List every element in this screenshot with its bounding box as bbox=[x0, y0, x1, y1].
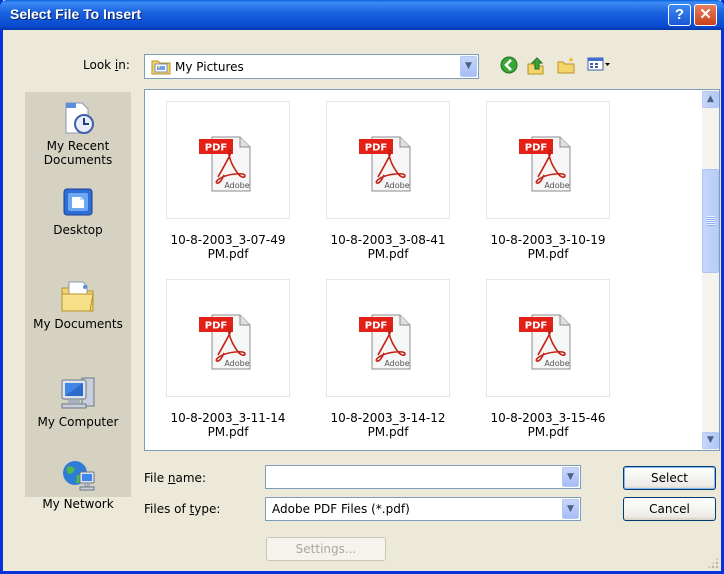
file-name-label[interactable]: 10-8-2003_3-14-12 PM.pdf bbox=[313, 411, 463, 439]
recent-documents-icon bbox=[65, 102, 94, 134]
select-file-dialog: Select File To Insert ? ✕ Look in: My Pi… bbox=[0, 0, 724, 574]
chevron-down-icon[interactable]: ▼ bbox=[460, 56, 477, 77]
file-name-label[interactable]: 10-8-2003_3-11-14 PM.pdf bbox=[153, 411, 303, 439]
file-type-label: Files of type: bbox=[144, 502, 221, 516]
scroll-up-button[interactable]: ▲ bbox=[702, 91, 719, 108]
file-name-label[interactable]: 10-8-2003_3-15-46 PM.pdf bbox=[473, 411, 623, 439]
file-name-combo[interactable]: ▼ bbox=[265, 465, 581, 489]
svg-text:Adobe: Adobe bbox=[544, 181, 569, 190]
svg-text:Adobe: Adobe bbox=[384, 359, 409, 368]
grip-icon bbox=[707, 216, 715, 226]
svg-text:PDF: PDF bbox=[525, 143, 547, 154]
title-bar[interactable]: Select File To Insert ? ✕ bbox=[0, 0, 724, 30]
place-my-documents[interactable]: My Documents bbox=[25, 278, 131, 331]
my-documents-icon bbox=[61, 281, 94, 312]
scroll-down-button[interactable]: ▼ bbox=[702, 432, 719, 449]
place-desktop[interactable]: Desktop bbox=[25, 186, 131, 237]
up-folder-icon[interactable] bbox=[526, 56, 546, 79]
look-in-label: Look in: bbox=[83, 58, 130, 72]
svg-text:Adobe: Adobe bbox=[224, 359, 249, 368]
my-network-icon bbox=[63, 461, 95, 491]
places-bar: My Recent Documents Desktop My Documents bbox=[25, 92, 131, 511]
scroll-thumb[interactable] bbox=[702, 169, 719, 273]
svg-text:PDF: PDF bbox=[205, 143, 227, 154]
pdf-file-icon: PDF Adobe bbox=[196, 133, 260, 196]
svg-text:Adobe: Adobe bbox=[384, 181, 409, 190]
svg-text:PDF: PDF bbox=[525, 321, 547, 332]
cancel-button[interactable]: Cancel bbox=[623, 497, 716, 521]
place-my-recent-documents[interactable]: My Recent Documents bbox=[25, 100, 131, 167]
file-name-label[interactable]: 10-8-2003_3-08-41 PM.pdf bbox=[313, 233, 463, 261]
file-type-value: Adobe PDF Files (*.pdf) bbox=[272, 502, 410, 516]
help-button[interactable]: ? bbox=[668, 4, 691, 26]
pdf-file-icon: PDF Adobe bbox=[516, 133, 580, 196]
svg-text:PDF: PDF bbox=[365, 143, 387, 154]
chevron-down-icon[interactable]: ▼ bbox=[562, 467, 579, 487]
pdf-file-icon: PDF Adobe bbox=[196, 311, 260, 374]
place-my-network[interactable]: My Network bbox=[25, 458, 131, 511]
desktop-icon bbox=[63, 188, 93, 216]
my-computer-icon bbox=[61, 377, 95, 409]
pdf-file-icon: PDF Adobe bbox=[356, 133, 420, 196]
settings-button[interactable]: Settings... bbox=[266, 537, 386, 561]
file-name-input[interactable] bbox=[268, 468, 558, 486]
views-menu-icon[interactable] bbox=[587, 56, 611, 75]
file-name-label[interactable]: 10-8-2003_3-10-19 PM.pdf bbox=[473, 233, 623, 261]
chevron-down-icon[interactable]: ▼ bbox=[562, 499, 579, 519]
svg-text:PDF: PDF bbox=[205, 321, 227, 332]
pdf-file-icon: PDF Adobe bbox=[356, 311, 420, 374]
svg-text:Adobe: Adobe bbox=[544, 359, 569, 368]
resize-grip-icon[interactable] bbox=[707, 557, 719, 569]
file-type-dropdown[interactable]: Adobe PDF Files (*.pdf) ▼ bbox=[265, 497, 581, 521]
pictures-folder-icon bbox=[151, 58, 171, 78]
file-name-label[interactable]: 10-8-2003_3-07-49 PM.pdf bbox=[153, 233, 303, 261]
back-icon[interactable] bbox=[500, 56, 518, 77]
file-name-field-label: File name: bbox=[144, 471, 206, 485]
svg-text:PDF: PDF bbox=[365, 321, 387, 332]
file-list-view[interactable]: PDF Adobe PDF Adobe PDF Adobe PDF Adobe PDF Adobe… bbox=[144, 89, 720, 451]
svg-text:Adobe: Adobe bbox=[224, 181, 249, 190]
select-button[interactable]: Select bbox=[623, 466, 716, 490]
close-button[interactable]: ✕ bbox=[694, 4, 717, 26]
window-title: Select File To Insert bbox=[10, 6, 142, 22]
new-folder-icon[interactable] bbox=[556, 56, 576, 77]
look-in-value: My Pictures bbox=[175, 60, 244, 74]
place-my-computer[interactable]: My Computer bbox=[25, 374, 131, 429]
pdf-file-icon: PDF Adobe bbox=[516, 311, 580, 374]
look-in-dropdown[interactable]: My Pictures ▼ bbox=[144, 54, 479, 79]
vertical-scrollbar[interactable]: ▲ ▼ bbox=[702, 90, 719, 450]
